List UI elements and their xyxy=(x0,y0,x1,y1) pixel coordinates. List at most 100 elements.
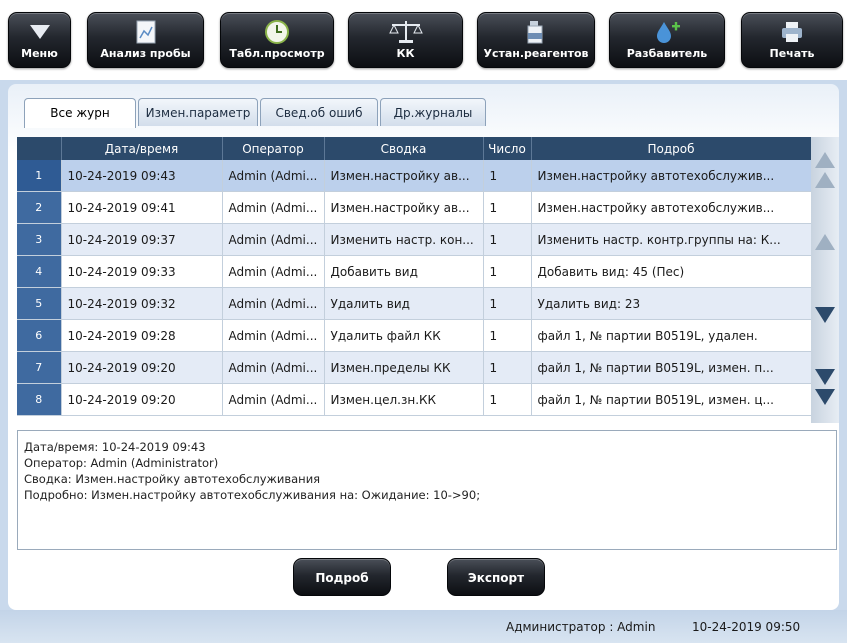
print-button[interactable]: Печать xyxy=(741,12,843,68)
row-count: 1 xyxy=(483,351,532,384)
details-datetime: Дата/время: 10-24-2019 09:43 xyxy=(24,440,206,454)
row-details: файл 1, № партии B0519L, измен. п... xyxy=(531,351,812,384)
details-operator: Оператор: Admin (Administrator) xyxy=(24,456,219,470)
table-header: Дата/время Оператор Сводка Число Подроб xyxy=(17,137,812,160)
log-table: Дата/время Оператор Сводка Число Подроб … xyxy=(17,137,812,416)
col-datetime[interactable]: Дата/время xyxy=(61,137,223,160)
row-summary: Удалить файл КК xyxy=(324,319,484,352)
printer-icon xyxy=(742,19,842,45)
row-count: 1 xyxy=(483,383,532,416)
row-details: Измен.настройку автотехобслужив... xyxy=(531,160,812,192)
row-summary: Изменить настр. кон... xyxy=(324,223,484,256)
current-time: 10-24-2019 09:50 xyxy=(692,620,801,634)
toolbar: Меню Анализ пробы Табл.просмотр КК Устан… xyxy=(0,0,847,80)
col-operator[interactable]: Оператор xyxy=(222,137,325,160)
menu-button-label: Меню xyxy=(21,47,58,60)
table-view-label: Табл.просмотр xyxy=(229,47,325,60)
scroll-up-button[interactable] xyxy=(811,213,839,271)
row-number: 2 xyxy=(17,191,62,224)
table-row[interactable]: 2 10-24-2019 09:41 Admin (Admi... Измен.… xyxy=(17,191,812,224)
menu-button[interactable]: Меню xyxy=(8,12,71,68)
col-details[interactable]: Подроб xyxy=(531,137,812,160)
scroll-down-button[interactable] xyxy=(811,285,839,345)
row-summary: Измен.настройку ав... xyxy=(324,160,484,192)
double-down-arrow-icon xyxy=(815,369,835,405)
reagent-setup-label: Устан.реагентов xyxy=(483,47,589,60)
table-row[interactable]: 3 10-24-2019 09:37 Admin (Admi... Измени… xyxy=(17,223,812,256)
row-operator: Admin (Admi... xyxy=(222,319,325,352)
details-full: Подробно: Измен.настройку автотехобслужи… xyxy=(24,488,481,502)
chart-document-icon xyxy=(88,19,203,45)
current-user: Администратор : Admin xyxy=(506,620,656,634)
row-number: 8 xyxy=(17,383,62,416)
row-summary: Измен.пределы КК xyxy=(324,351,484,384)
scroll-top-button[interactable] xyxy=(811,139,839,201)
status-bar: Администратор : Admin 10-24-2019 09:50 xyxy=(0,610,847,643)
double-up-arrow-icon xyxy=(815,152,835,188)
row-summary: Добавить вид xyxy=(324,255,484,288)
table-view-button[interactable]: Табл.просмотр xyxy=(220,12,334,68)
table-row[interactable]: 6 10-24-2019 09:28 Admin (Admi... Удалит… xyxy=(17,319,812,352)
row-number: 4 xyxy=(17,255,62,288)
row-operator: Admin (Admi... xyxy=(222,255,325,288)
details-summary: Сводка: Измен.настройку автотехобслужива… xyxy=(24,472,321,486)
table-row[interactable]: 1 10-24-2019 09:43 Admin (Admi... Измен.… xyxy=(17,160,812,192)
row-number: 3 xyxy=(17,223,62,256)
row-count: 1 xyxy=(483,191,532,224)
table-scrollbar[interactable] xyxy=(811,137,839,423)
table-row[interactable]: 4 10-24-2019 09:33 Admin (Admi... Добави… xyxy=(17,255,812,288)
row-count: 1 xyxy=(483,160,532,192)
scroll-bottom-button[interactable] xyxy=(811,355,839,419)
sample-analysis-label: Анализ пробы xyxy=(100,47,191,60)
balance-scale-icon xyxy=(349,19,462,45)
row-summary: Измен.цел.зн.КК xyxy=(324,383,484,416)
col-index xyxy=(17,137,62,160)
qc-label: КК xyxy=(396,47,415,60)
row-count: 1 xyxy=(483,319,532,352)
details-button[interactable]: Подроб xyxy=(293,558,391,596)
row-operator: Admin (Admi... xyxy=(222,160,325,192)
row-datetime: 10-24-2019 09:20 xyxy=(61,383,223,416)
row-summary: Удалить вид xyxy=(324,287,484,320)
qc-button[interactable]: КК xyxy=(348,12,463,68)
row-datetime: 10-24-2019 09:20 xyxy=(61,351,223,384)
row-operator: Admin (Admi... xyxy=(222,287,325,320)
col-summary[interactable]: Сводка xyxy=(324,137,484,160)
print-label: Печать xyxy=(769,47,815,60)
table-row[interactable]: 7 10-24-2019 09:20 Admin (Admi... Измен.… xyxy=(17,351,812,384)
sample-analysis-button[interactable]: Анализ пробы xyxy=(87,12,204,68)
row-datetime: 10-24-2019 09:41 xyxy=(61,191,223,224)
reagent-bottle-icon xyxy=(478,19,594,45)
row-details: Добавить вид: 45 (Пес) xyxy=(531,255,812,288)
row-count: 1 xyxy=(483,223,532,256)
row-datetime: 10-24-2019 09:33 xyxy=(61,255,223,288)
row-datetime: 10-24-2019 09:32 xyxy=(61,287,223,320)
row-datetime: 10-24-2019 09:43 xyxy=(61,160,223,192)
clock-icon xyxy=(221,19,333,45)
down-arrow-icon xyxy=(815,307,835,323)
row-summary: Измен.настройку ав... xyxy=(324,191,484,224)
table-row[interactable]: 5 10-24-2019 09:32 Admin (Admi... Удалит… xyxy=(17,287,812,320)
tab-parameter-changes[interactable]: Измен.параметр xyxy=(138,98,258,126)
menu-arrow-icon xyxy=(9,19,70,45)
up-arrow-icon xyxy=(815,234,835,250)
row-count: 1 xyxy=(483,287,532,320)
row-details: файл 1, № партии B0519L, измен. ц... xyxy=(531,383,812,416)
details-text-box: Дата/время: 10-24-2019 09:43 Оператор: A… xyxy=(17,430,837,550)
row-details: Изменить настр. контр.группы на: К... xyxy=(531,223,812,256)
row-operator: Admin (Admi... xyxy=(222,191,325,224)
row-details: файл 1, № партии B0519L, удален. xyxy=(531,319,812,352)
tab-other-logs[interactable]: Др.журналы xyxy=(380,98,486,126)
row-number: 5 xyxy=(17,287,62,320)
table-row[interactable]: 8 10-24-2019 09:20 Admin (Admi... Измен.… xyxy=(17,383,812,416)
export-button[interactable]: Экспорт xyxy=(447,558,545,596)
row-number: 1 xyxy=(17,160,62,192)
row-count: 1 xyxy=(483,255,532,288)
diluent-label: Разбавитель xyxy=(626,47,708,60)
row-details: Измен.настройку автотехобслужив... xyxy=(531,191,812,224)
tab-all-logs[interactable]: Все журн xyxy=(24,98,136,128)
col-count[interactable]: Число xyxy=(483,137,532,160)
tab-error-info[interactable]: Свед.об ошиб xyxy=(260,98,378,126)
reagent-setup-button[interactable]: Устан.реагентов xyxy=(477,12,595,68)
diluent-button[interactable]: Разбавитель xyxy=(609,12,725,68)
